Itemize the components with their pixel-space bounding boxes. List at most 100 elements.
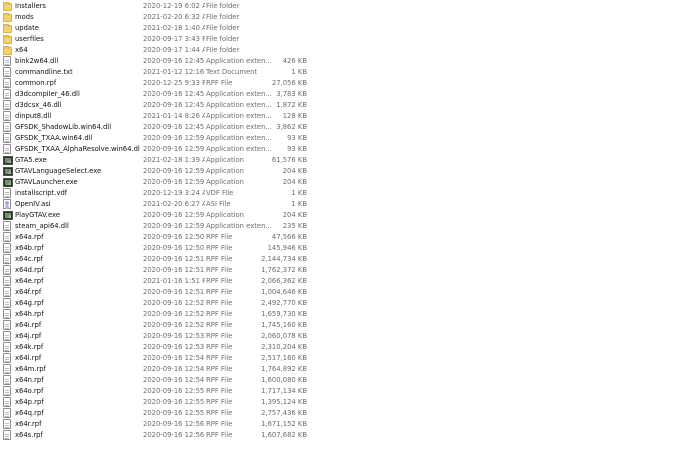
list-item[interactable]: commandline.txt 2021-01-12 12:16 ... Tex… [0, 67, 312, 78]
application-icon [3, 167, 13, 176]
file-date: 2020-09-16 12:59 ... [143, 145, 205, 153]
list-item[interactable]: mods 2021-02-20 6:32 AM File folder [0, 12, 312, 23]
file-name: OpenIV.asi [15, 200, 51, 208]
file-size: 1,395,124 KB [261, 398, 307, 406]
file-name: GTA5.exe [15, 156, 47, 164]
document-icon [3, 419, 11, 429]
document-icon [3, 353, 11, 363]
folder-icon [3, 24, 12, 33]
file-date: 2020-09-17 1:44 AM [143, 46, 205, 54]
file-date: 2020-09-16 12:54 ... [143, 354, 205, 362]
list-item[interactable]: GFSDK_TXAA.win64.dll 2020-09-16 12:59 ..… [0, 133, 312, 144]
application-icon [3, 211, 13, 220]
list-item[interactable]: OpenIV.asi 2021-02-20 6:27 AM ASI File 1… [0, 199, 312, 210]
list-item[interactable]: x64b.rpf 2020-09-16 12:50 ... RPF File 1… [0, 243, 312, 254]
file-date: 2021-01-14 8:26 AM [143, 112, 205, 120]
list-item[interactable]: x64g.rpf 2020-09-16 12:52 ... RPF File 2… [0, 298, 312, 309]
file-date: 2020-09-16 12:56 ... [143, 431, 205, 439]
list-item[interactable]: x64k.rpf 2020-09-16 12:53 ... RPF File 2… [0, 342, 312, 353]
file-name: GFSDK_TXAA.win64.dll [15, 134, 93, 142]
list-item[interactable]: installscript.vdf 2020-12-19 3:24 AM VDF… [0, 188, 312, 199]
file-size: 61,576 KB [271, 156, 307, 164]
file-name: x64n.rpf [15, 376, 44, 384]
file-size: 2,492,770 KB [261, 299, 307, 307]
file-size: 3,783 KB [276, 90, 307, 98]
list-item[interactable]: x64d.rpf 2020-09-16 12:51 ... RPF File 1… [0, 265, 312, 276]
file-size: 1,607,682 KB [261, 431, 307, 439]
list-item[interactable]: x64o.rpf 2020-09-16 12:55 ... RPF File 1… [0, 386, 312, 397]
file-name: x64k.rpf [15, 343, 44, 351]
file-size: 2,060,078 KB [261, 332, 307, 340]
list-item[interactable]: x64n.rpf 2020-09-16 12:54 ... RPF File 1… [0, 375, 312, 386]
file-type: File folder [206, 46, 240, 54]
list-item[interactable]: d3dcsx_46.dll 2020-09-16 12:45 ... Appli… [0, 100, 312, 111]
file-size: 145,946 KB [267, 244, 307, 252]
file-name: common.rpf [15, 79, 57, 87]
application-icon [3, 178, 13, 187]
file-size: 2,066,362 KB [261, 277, 307, 285]
document-icon [3, 133, 11, 143]
list-item[interactable]: userfiles 2020-09-17 3:43 PM File folder [0, 34, 312, 45]
list-item[interactable]: dinput8.dll 2021-01-14 8:26 AM Applicati… [0, 111, 312, 122]
list-item[interactable]: x64i.rpf 2020-09-16 12:52 ... RPF File 1… [0, 320, 312, 331]
file-name: x64i.rpf [15, 321, 42, 329]
file-name: GTAVLanguageSelect.exe [15, 167, 102, 175]
setup-icon [3, 199, 11, 209]
list-item[interactable]: x64j.rpf 2020-09-16 12:53 ... RPF File 2… [0, 331, 312, 342]
list-item[interactable]: x64r.rpf 2020-09-16 12:56 ... RPF File 1… [0, 419, 312, 430]
file-size: 1,600,080 KB [261, 376, 307, 384]
list-item[interactable]: PlayGTAV.exe 2020-09-16 12:59 ... Applic… [0, 210, 312, 221]
file-name: d3dcsx_46.dll [15, 101, 62, 109]
file-size: 1,745,160 KB [261, 321, 307, 329]
list-item[interactable]: x64l.rpf 2020-09-16 12:54 ... RPF File 2… [0, 353, 312, 364]
list-item[interactable]: bink2w64.dll 2020-09-16 12:45 ... Applic… [0, 56, 312, 67]
list-item[interactable]: steam_api64.dll 2020-09-16 12:59 ... App… [0, 221, 312, 232]
file-name: x64c.rpf [15, 255, 44, 263]
file-date: 2020-12-19 6:02 AM [143, 2, 205, 10]
file-size: 1 KB [291, 189, 307, 197]
list-item[interactable]: x64c.rpf 2020-09-16 12:51 ... RPF File 2… [0, 254, 312, 265]
folder-icon [3, 35, 12, 44]
file-name: x64r.rpf [15, 420, 42, 428]
file-name: Installers [15, 2, 46, 10]
file-name: x64h.rpf [15, 310, 44, 318]
list-item[interactable]: Installers 2020-12-19 6:02 AM File folde… [0, 1, 312, 12]
document-icon [3, 386, 11, 396]
file-size: 93 KB [287, 134, 307, 142]
list-item[interactable]: GTAVLauncher.exe 2020-09-16 12:59 ... Ap… [0, 177, 312, 188]
file-size: 1,004,646 KB [261, 288, 307, 296]
list-item[interactable]: x64f.rpf 2020-09-16 12:51 ... RPF File 1… [0, 287, 312, 298]
list-item[interactable]: x64s.rpf 2020-09-16 12:56 ... RPF File 1… [0, 430, 312, 441]
file-name: update [15, 24, 39, 32]
file-size: 1,671,152 KB [261, 420, 307, 428]
list-item[interactable]: x64a.rpf 2020-09-16 12:50 ... RPF File 4… [0, 232, 312, 243]
list-item[interactable]: x64h.rpf 2020-09-16 12:52 ... RPF File 1… [0, 309, 312, 320]
list-item[interactable]: x64q.rpf 2020-09-16 12:55 ... RPF File 2… [0, 408, 312, 419]
file-date: 2020-09-16 12:55 ... [143, 387, 205, 395]
file-date: 2020-09-16 12:52 ... [143, 299, 205, 307]
list-item[interactable]: x64e.rpf 2021-01-16 1:51 PM RPF File 2,0… [0, 276, 312, 287]
file-date: 2020-09-16 12:59 ... [143, 222, 205, 230]
list-item[interactable]: common.rpf 2020-12-25 9:33 PM RPF File 2… [0, 78, 312, 89]
file-type: File folder [206, 35, 240, 43]
file-size: 27,056 KB [271, 79, 307, 87]
list-item[interactable]: x64 2020-09-17 1:44 AM File folder [0, 45, 312, 56]
file-date: 2021-02-18 1:40 AM [143, 24, 205, 32]
list-item[interactable]: x64m.rpf 2020-09-16 12:54 ... RPF File 1… [0, 364, 312, 375]
document-icon [3, 287, 11, 297]
file-list: Installers 2020-12-19 6:02 AM File folde… [0, 0, 689, 452]
file-date: 2020-09-17 3:43 PM [143, 35, 205, 43]
folder-icon [3, 46, 12, 55]
document-icon [3, 320, 11, 330]
list-item[interactable]: GTAVLanguageSelect.exe 2020-09-16 12:59 … [0, 166, 312, 177]
folder-icon [3, 13, 12, 22]
file-size: 2,517,160 KB [261, 354, 307, 362]
list-item[interactable]: x64p.rpf 2020-09-16 12:55 ... RPF File 1… [0, 397, 312, 408]
file-name: x64m.rpf [15, 365, 46, 373]
list-item[interactable]: GFSDK_ShadowLib.win64.dll 2020-09-16 12:… [0, 122, 312, 133]
document-icon [3, 89, 11, 99]
list-item[interactable]: GTA5.exe 2021-02-18 1:39 AM Application … [0, 155, 312, 166]
list-item[interactable]: d3dcompiler_46.dll 2020-09-16 12:45 ... … [0, 89, 312, 100]
list-item[interactable]: update 2021-02-18 1:40 AM File folder [0, 23, 312, 34]
list-item[interactable]: GFSDK_TXAA_AlphaResolve.win64.dll 2020-0… [0, 144, 312, 155]
